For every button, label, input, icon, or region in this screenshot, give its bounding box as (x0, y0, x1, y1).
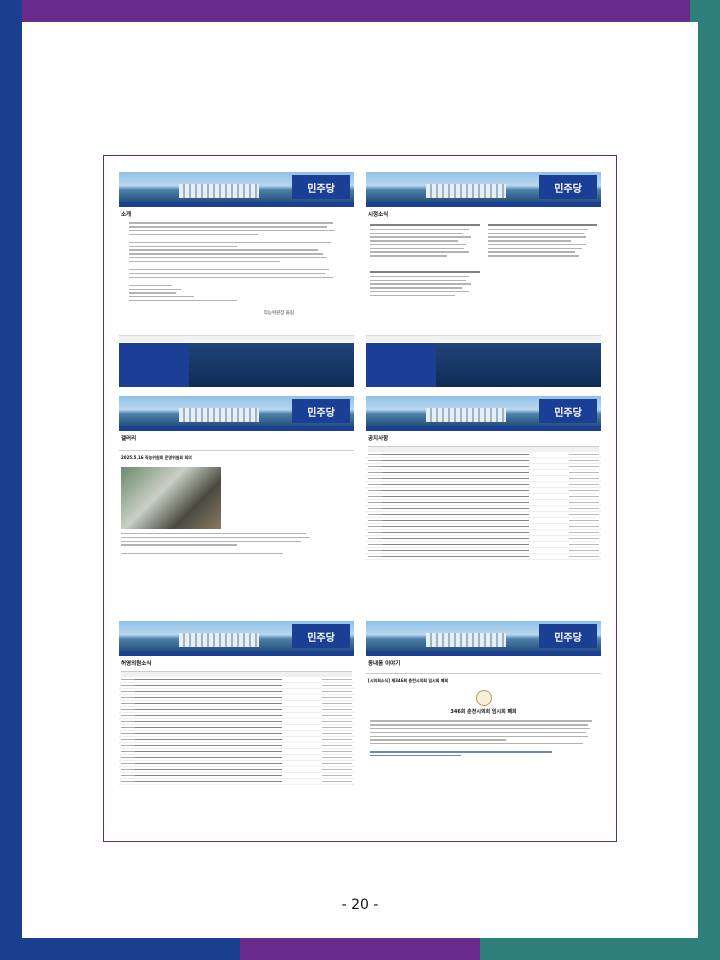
page-title: 동내음 이야기 (368, 661, 401, 667)
left-color-band (0, 0, 22, 960)
notice-table (366, 452, 601, 560)
site-banner: 민주당 (366, 396, 601, 426)
site-logo: 민주당 (292, 175, 350, 199)
bottom-color-band-blue (0, 938, 240, 960)
post-title: [시의회소식] 제346회 춘천시의회 임시회 폐회 (366, 673, 601, 686)
site-banner: 민주당 (366, 172, 601, 202)
page-title: 갤러리 (121, 436, 137, 442)
council-seal-icon (475, 690, 492, 706)
site-logo: 민주당 (292, 624, 350, 648)
screenshot-gallery: 민주당 갤러리 2025.5.16 직능위원회 운영위원회 회의 (119, 396, 354, 608)
gallery-photo (121, 467, 221, 529)
screenshot-intro: 민주당 소개 직능위원장 올림 (119, 172, 354, 387)
page-title: 소개 (121, 212, 132, 218)
bottom-color-band-purple (240, 938, 480, 960)
site-banner: 민주당 (119, 172, 354, 202)
screenshot-city-news: 민주당 시정소식 (366, 172, 601, 387)
screenshot-member-news: 민주당 허영의원소식 (119, 621, 354, 833)
site-logo: 민주당 (539, 175, 597, 199)
news-columns (366, 220, 601, 301)
post-title: 2025.5.16 직능위원회 운영위원회 회의 (119, 450, 354, 463)
table-row[interactable] (119, 779, 354, 785)
screenshot-notices: 민주당 공지사항 (366, 396, 601, 608)
page-number: - 20 - (341, 897, 379, 913)
site-footer (119, 335, 354, 387)
page-title: 허영의원소식 (121, 661, 152, 667)
top-right-color-band (690, 0, 720, 22)
post-body-lines (366, 715, 601, 762)
right-color-band (698, 22, 720, 960)
body-text-lines (119, 222, 354, 302)
site-logo: 민주당 (292, 399, 350, 423)
post-body-lines (119, 533, 354, 554)
site-banner: 민주당 (119, 621, 354, 651)
screenshot-local-story: 민주당 동내음 이야기 [시의회소식] 제346회 춘천시의회 임시회 폐회 3… (366, 621, 601, 833)
top-color-band (0, 0, 720, 22)
site-footer (366, 335, 601, 387)
site-logo: 민주당 (539, 624, 597, 648)
table-row[interactable] (366, 554, 601, 560)
bottom-color-band-teal (480, 938, 720, 960)
signature: 직능위원장 올림 (263, 310, 294, 316)
site-logo: 민주당 (539, 399, 597, 423)
post-headline: 346회 춘천시의회 임시회 폐회 (450, 709, 517, 715)
member-news-table (119, 677, 354, 785)
page-title: 시정소식 (368, 212, 389, 218)
screenshot-collage-frame: 민주당 소개 직능위원장 올림 민주당 시정소식 민주당 갤러리 2025.5.… (103, 155, 617, 842)
page-title: 공지사항 (368, 436, 389, 442)
site-banner: 민주당 (119, 396, 354, 426)
site-banner: 민주당 (366, 621, 601, 651)
